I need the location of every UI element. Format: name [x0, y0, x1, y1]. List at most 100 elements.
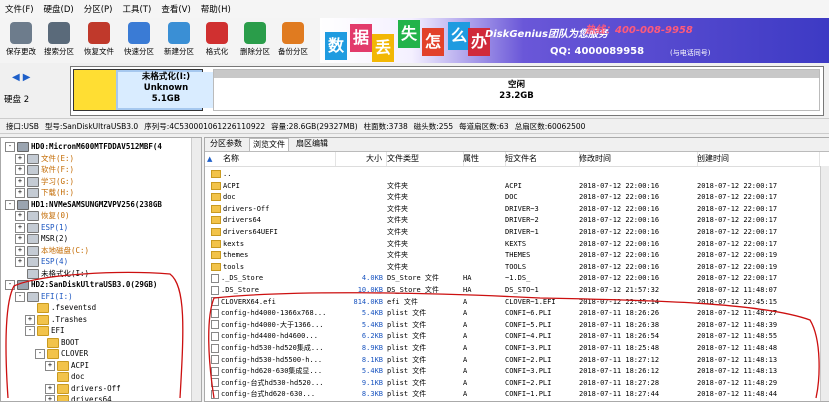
tree-node[interactable]: BOOT [35, 337, 79, 348]
menu-item-3[interactable]: 工具(T) [117, 3, 156, 15]
disk-tree[interactable]: - HD0:MicronM600MTFDDAV512MBF(4 + 文件(E:) + 软件… [0, 137, 202, 402]
tree-node-label: 下载(H:) [41, 188, 75, 197]
tree-node[interactable]: + 学习(G:) [15, 176, 74, 187]
toolbar-button-2[interactable]: 恢复文件 [80, 20, 118, 60]
column-header-2[interactable]: 文件类型 [387, 152, 464, 166]
partition-block-free[interactable]: 空闲 23.2GB [213, 69, 820, 111]
expand-toggle-icon[interactable]: + [15, 222, 25, 233]
file-row[interactable]: drivers64UEFI 文件夹 DRIVER~1 2018-07-12 22:00… [205, 227, 829, 239]
tree-node[interactable]: - EFI [25, 325, 65, 336]
tree-node[interactable]: + 软件(F:) [15, 164, 74, 175]
file-row[interactable]: config-台式hd530-hd520... 9.1KB plist 文件 A CON… [205, 378, 829, 390]
expand-toggle-icon[interactable]: + [15, 188, 25, 198]
file-row[interactable]: drivers-Off 文件夹 DRIVER~3 2018-07-12 22:00:1… [205, 204, 829, 216]
expand-toggle-icon[interactable]: + [15, 257, 25, 267]
column-header-3[interactable]: 属性 [463, 152, 506, 166]
menu-item-1[interactable]: 硬盘(D) [39, 3, 79, 15]
expand-toggle-icon[interactable]: + [15, 165, 25, 175]
tree-node-label: .Trashes [51, 314, 88, 324]
column-header-5[interactable]: 修改时间 [579, 152, 698, 166]
toolbar-button-label: 备份分区 [278, 47, 308, 56]
disk-map[interactable]: 未格式化(I:) Unknown 5.1GB 空闲 23.2GB [70, 66, 824, 116]
column-header-0[interactable]: 名称 [223, 152, 336, 166]
tree-node[interactable]: + drivers64 [45, 394, 112, 401]
expand-toggle-icon[interactable]: + [15, 153, 25, 164]
tree-scrollbar[interactable] [191, 138, 201, 401]
file-row[interactable]: config-hd530-hd5500-h... 8.1KB plist 文件 A CO… [205, 355, 829, 367]
file-row[interactable]: .DS_Store 10.0KB DS_Store 文件 HA DS_STO~1 2018… [205, 285, 829, 297]
tab-1[interactable]: 浏览文件 [249, 138, 289, 151]
toolbar-button-0[interactable]: 保存更改 [2, 20, 40, 60]
file-row[interactable]: themes 文件夹 THEMES 2018-07-12 22:00:16 2018-0… [205, 250, 829, 262]
collapse-toggle-icon[interactable]: - [35, 349, 45, 359]
expand-toggle-icon[interactable]: + [45, 360, 55, 371]
tree-node[interactable]: .fseventsd [25, 302, 96, 313]
toolbar-button-4[interactable]: 新建分区 [160, 20, 198, 60]
expand-toggle-icon[interactable]: + [45, 395, 55, 401]
partition-block-unformatted[interactable]: 未格式化(I:) Unknown 5.1GB [73, 69, 214, 111]
collapse-toggle-icon[interactable]: - [5, 280, 15, 290]
expand-toggle-icon[interactable]: + [15, 211, 25, 221]
tree-node[interactable]: - HD2:SanDiskUltraUSB3.0(29GB) [5, 279, 157, 290]
ad-banner[interactable]: 数据丢失怎么办 DiskGenius团队为您服务 热线：400-008-9958… [320, 18, 829, 63]
tree-node[interactable]: - EFI(I:) [15, 291, 73, 302]
file-row[interactable]: ._DS_Store 4.0KB DS_Store 文件 HA ~1.DS_ 2018-0… [205, 273, 829, 285]
collapse-toggle-icon[interactable]: - [25, 326, 35, 336]
tree-node[interactable]: + ESP(4) [15, 256, 68, 267]
file-row[interactable]: config-hd530-hd520集成... 8.9KB plist 文件 A CON… [205, 343, 829, 355]
file-row[interactable]: config-hd4000-1366x768... 5.4KB plist 文件 A C… [205, 308, 829, 320]
tree-node[interactable]: + .Trashes [25, 314, 87, 325]
tree-node[interactable]: - CLOVER [35, 348, 88, 359]
tree-node[interactable]: + 下载(H:) [15, 187, 74, 198]
tab-2[interactable]: 扇区编辑 [293, 138, 331, 150]
file-row[interactable]: .. [205, 169, 829, 181]
file-row[interactable]: config-hd4000-大于1366... 5.4KB plist 文件 A CON… [205, 320, 829, 332]
tree-node[interactable]: - HD1:NVMeSAMSUNGMZVPV256(238GB [5, 199, 162, 210]
column-header-6[interactable]: 创建时间 [697, 152, 820, 166]
tree-node[interactable]: 未格式化(I:) [15, 268, 89, 279]
tree-node[interactable]: + 本地磁盘(C:) [15, 245, 89, 256]
file-row[interactable]: config-hd620-630集成显... 5.4KB plist 文件 A CONF… [205, 366, 829, 378]
file-cell-type: DS_Store 文件 [387, 274, 439, 283]
tree-node[interactable]: + MSR(2) [15, 233, 68, 244]
menu-item-0[interactable]: 文件(F) [0, 3, 39, 15]
expand-toggle-icon[interactable]: + [15, 245, 25, 256]
toolbar-button-3[interactable]: 快速分区 [120, 20, 158, 60]
file-row[interactable]: doc 文件夹 DOC 2018-07-12 22:00:16 2018-07-12 2… [205, 192, 829, 204]
column-header-1[interactable]: 大小 [335, 152, 387, 166]
expand-toggle-icon[interactable]: + [25, 314, 35, 325]
file-row[interactable]: drivers64 文件夹 DRIVER~2 2018-07-12 22:00:16 2… [205, 215, 829, 227]
expand-toggle-icon[interactable]: + [15, 234, 25, 244]
tree-node[interactable]: - HD0:MicronM600MTFDDAV512MBF(4 [5, 141, 162, 152]
tree-node[interactable]: + ACPI [45, 360, 89, 371]
tree-node[interactable]: + 恢复(0) [15, 210, 70, 221]
file-row[interactable]: config-hd4400-hd4600... 6.2KB plist 文件 A CON… [205, 331, 829, 343]
disk-nav-arrows[interactable]: ◀▶ [12, 72, 33, 83]
file-row[interactable]: ACPI 文件夹 ACPI 2018-07-12 22:00:16 2018-07-12… [205, 181, 829, 193]
toolbar-button-5[interactable]: 格式化 [198, 20, 236, 60]
file-row[interactable]: kexts 文件夹 KEXTS 2018-07-12 22:00:16 2018-07-… [205, 239, 829, 251]
collapse-toggle-icon[interactable]: - [5, 142, 15, 152]
collapse-toggle-icon[interactable]: - [5, 199, 15, 210]
toolbar-button-7[interactable]: 备份分区 [274, 20, 312, 60]
tree-node[interactable]: doc [45, 371, 85, 382]
toolbar-button-6[interactable]: 删除分区 [236, 20, 274, 60]
file-row[interactable]: config-台式hd620-630... 8.3KB plist 文件 A CONFI… [205, 389, 829, 401]
tree-node[interactable]: + ESP(1) [15, 222, 68, 233]
file-row[interactable]: tools 文件夹 TOOLS 2018-07-12 22:00:16 2018-07-… [205, 262, 829, 274]
sort-arrow-icon[interactable]: ▲ [207, 152, 212, 166]
tree-node[interactable]: + 文件(E:) [15, 153, 74, 164]
file-list-scrollbar[interactable] [820, 166, 829, 401]
toolbar-button-1[interactable]: 搜索分区 [40, 20, 78, 60]
collapse-toggle-icon[interactable]: - [15, 291, 25, 302]
file-cell-type: DS_Store 文件 [387, 286, 439, 294]
expand-toggle-icon[interactable]: + [45, 383, 55, 394]
file-row[interactable]: CLOVERX64.efi 814.0KB efi 文件 A CLOVER~1.EFI 2… [205, 297, 829, 309]
column-header-4[interactable]: 短文件名 [505, 152, 580, 166]
expand-toggle-icon[interactable]: + [15, 176, 25, 187]
menu-item-2[interactable]: 分区(P) [79, 3, 118, 15]
tab-0[interactable]: 分区参数 [207, 138, 245, 150]
tree-node[interactable]: + drivers-Off [45, 383, 121, 394]
menu-item-5[interactable]: 帮助(H) [196, 3, 236, 15]
menu-item-4[interactable]: 查看(V) [156, 3, 195, 15]
